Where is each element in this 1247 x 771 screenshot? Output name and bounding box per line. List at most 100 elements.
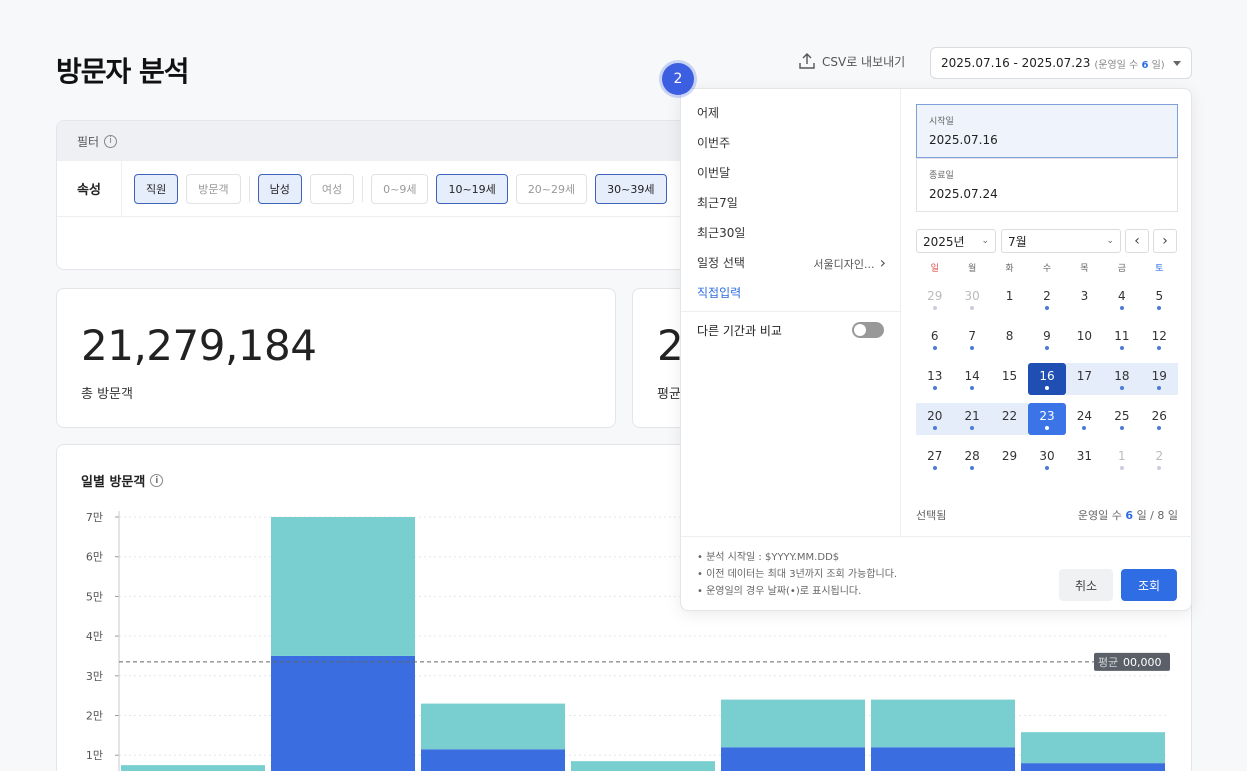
weekday-label: 일 xyxy=(930,263,939,274)
filter-chip[interactable]: 여성 xyxy=(309,173,355,204)
start-date-field[interactable]: 시작일 2025.07.16 xyxy=(916,104,1178,158)
filter-chip[interactable]: 0~9세 xyxy=(371,173,429,204)
date-range-select[interactable]: 2025.07.16 - 2025.07.23 (운영일 수 6 일) xyxy=(930,47,1192,79)
confirm-button[interactable]: 조회 xyxy=(1121,569,1177,601)
note-line: • 운영일의 경우 날짜(•)로 표시됩니다. xyxy=(697,586,862,597)
calendar-panel: 시작일 2025.07.16 종료일 2025.07.24 2025년 ⌄ 7월… xyxy=(901,89,1193,536)
popover-footer: • 분석 시작일 : $YYYY.MM.DD$ • 이전 데이터는 최대 3년까… xyxy=(681,536,1193,612)
calendar-day[interactable]: 27 xyxy=(916,443,953,475)
preset-item[interactable]: 이번주 xyxy=(681,127,900,157)
filter-title: 필터 xyxy=(77,134,100,149)
op-day-dot xyxy=(1082,425,1087,430)
calendar-day[interactable]: 2 xyxy=(1028,283,1065,315)
calendar-day[interactable]: 25 xyxy=(1103,403,1140,435)
next-month-button[interactable]: › xyxy=(1153,229,1177,253)
calendar-grid: 일월화수목금토 29 30 1 2 3 4 5 6 7 8 9 10 11 12 13 14 15 16 17 18 1… xyxy=(916,255,1178,479)
chip-separator xyxy=(248,175,250,202)
weekday-label: 수 xyxy=(1042,263,1052,274)
filter-chip[interactable]: 방문객 xyxy=(186,173,241,204)
preset-item[interactable]: 직접입력 xyxy=(681,277,900,307)
start-date-value: 2025.07.16 xyxy=(929,133,998,147)
calendar-day[interactable]: 1 xyxy=(991,283,1028,315)
calendar-day[interactable]: 23 xyxy=(1028,403,1066,435)
filter-row-attributes: 속성 직원 방문객 남성 여성 0~9세 10~19세 20~29세 30~39세 xyxy=(57,161,755,217)
op-day-dot xyxy=(1008,466,1012,470)
preset-item[interactable]: 이번달 xyxy=(681,157,900,187)
step-badge: 2 xyxy=(662,63,694,95)
info-icon[interactable]: i xyxy=(104,134,118,148)
stat-label: 총 방문객 xyxy=(81,387,133,402)
filter-chip[interactable]: 직원 xyxy=(134,173,179,204)
calendar-day[interactable]: 30 xyxy=(953,283,990,315)
op-day-dot xyxy=(1008,306,1012,310)
calendar-day[interactable]: 29 xyxy=(991,443,1028,475)
calendar-day[interactable]: 3 xyxy=(1066,283,1103,315)
note-line: • 분석 시작일 : $YYYY.MM.DD$ xyxy=(697,552,840,563)
op-day-dot xyxy=(1119,305,1124,310)
op-day-dot xyxy=(1008,346,1012,350)
calendar-day[interactable]: 4 xyxy=(1103,283,1140,315)
calendar-day[interactable]: 21 xyxy=(953,403,991,435)
caret-down-icon xyxy=(1173,60,1181,66)
calendar-day[interactable]: 30 xyxy=(1028,443,1065,475)
csv-export-label: CSV로 내보내기 xyxy=(822,54,906,69)
calendar-day[interactable]: 22 xyxy=(990,403,1029,435)
calendar-day[interactable]: 2 xyxy=(1141,443,1178,475)
calendar-day[interactable]: 9 xyxy=(1028,323,1065,355)
schedule-value: 서울디자인... › xyxy=(813,252,886,272)
calendar-day[interactable]: 24 xyxy=(1066,403,1103,435)
calendar-day[interactable]: 6 xyxy=(916,323,953,355)
preset-item[interactable]: 일정 선택 서울디자인... › xyxy=(681,247,900,277)
calendar-day[interactable]: 16 xyxy=(1028,363,1066,395)
calendar-day[interactable]: 7 xyxy=(953,323,990,355)
end-date-field[interactable]: 종료일 2025.07.24 xyxy=(916,158,1178,212)
calendar-day[interactable]: 14 xyxy=(953,363,990,395)
calendar-day[interactable]: 15 xyxy=(991,363,1028,395)
filter-chip[interactable]: 30~39세 xyxy=(595,173,667,204)
compare-toggle[interactable] xyxy=(852,322,884,338)
op-day-dot xyxy=(932,465,937,470)
calendar-week: 13 14 15 16 17 18 19 xyxy=(916,359,1178,399)
calendar-day[interactable]: 18 xyxy=(1103,363,1141,395)
calendar-day[interactable]: 5 xyxy=(1141,283,1178,315)
calendar-day[interactable]: 26 xyxy=(1141,403,1178,435)
filter-chip[interactable]: 남성 xyxy=(257,173,302,204)
calendar-day[interactable]: 1 xyxy=(1103,443,1140,475)
preset-item[interactable]: 최근7일 xyxy=(681,187,900,217)
csv-export-button[interactable]: CSV로 내보내기 xyxy=(798,52,905,70)
calendar-day[interactable]: 29 xyxy=(916,283,953,315)
bar-segment xyxy=(721,699,865,748)
calendar-day[interactable]: 28 xyxy=(953,443,990,475)
op-day-dot xyxy=(1044,465,1049,470)
preset-item[interactable]: 최근30일 xyxy=(681,217,900,247)
cancel-button[interactable]: 취소 xyxy=(1059,569,1113,601)
calendar-day[interactable]: 17 xyxy=(1065,363,1104,395)
op-day-dot xyxy=(1157,305,1162,310)
weekday-label: 화 xyxy=(1005,263,1014,274)
calendar-day[interactable]: 19 xyxy=(1140,363,1178,395)
calendar-day[interactable]: 12 xyxy=(1141,323,1178,355)
calendar-day[interactable]: 10 xyxy=(1066,323,1103,355)
calendar-day[interactable]: 20 xyxy=(916,403,954,435)
filter-chip[interactable]: 20~29세 xyxy=(515,173,588,204)
compare-period-row: 다른 기간과 비교 xyxy=(681,312,900,348)
y-tick-label: 3만 xyxy=(86,670,103,683)
calendar-day[interactable]: 8 xyxy=(991,323,1028,355)
prev-month-button[interactable]: ‹ xyxy=(1125,229,1149,253)
bar-segment xyxy=(871,747,1015,771)
preset-label: 일정 선택 xyxy=(697,255,745,270)
stat-card-total: 21,279,184 총 방문객 xyxy=(56,288,616,428)
y-tick-label: 2만 xyxy=(86,710,103,723)
calendar-day[interactable]: 13 xyxy=(916,363,953,395)
chevron-down-icon: ⌄ xyxy=(1106,236,1114,246)
filter-header: 필터 i xyxy=(57,121,755,161)
preset-item[interactable]: 어제 xyxy=(681,97,900,127)
calendar-day[interactable]: 31 xyxy=(1066,443,1103,475)
op-day-dot xyxy=(1082,466,1086,470)
calendar-day[interactable]: 11 xyxy=(1103,323,1140,355)
y-tick-label: 7만 xyxy=(86,511,103,524)
filter-chip[interactable]: 10~19세 xyxy=(436,173,508,204)
stat-value: 21,279,184 xyxy=(81,321,317,370)
month-select[interactable]: 7월 ⌄ xyxy=(1001,229,1121,253)
year-select[interactable]: 2025년 ⌄ xyxy=(916,229,996,253)
